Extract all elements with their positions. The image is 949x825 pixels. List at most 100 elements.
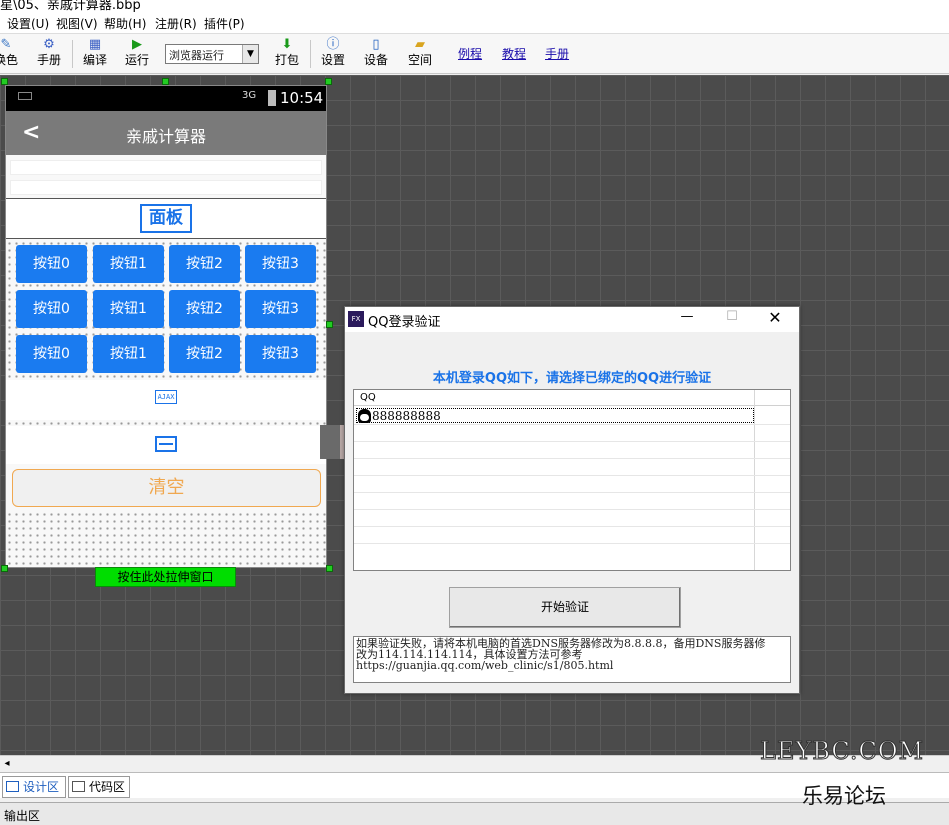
dialog-title: QQ登录验证 xyxy=(368,315,441,330)
row-divider xyxy=(354,492,790,493)
status-bar: 3G 10:54 xyxy=(6,86,326,111)
menu-help[interactable]: 帮助(H) xyxy=(104,15,146,32)
maximize-icon[interactable]: ☐ xyxy=(720,309,744,324)
examples-link[interactable]: 例程 xyxy=(458,45,482,62)
text-field-1[interactable] xyxy=(10,160,322,175)
column-header-qq[interactable]: QQ xyxy=(360,392,376,403)
output-label: 输出区 xyxy=(4,809,41,823)
button-3[interactable]: 按钮3 xyxy=(245,290,316,328)
manual-icon: ⚙ xyxy=(43,37,55,52)
info-icon: ⓘ xyxy=(326,37,340,52)
ajax-icon[interactable]: AJAX xyxy=(155,390,177,404)
space-button[interactable]: ▰ 空间 xyxy=(402,38,438,72)
button-0[interactable]: 按钮0 xyxy=(16,245,87,283)
window-title: 星\05、亲戚计算器.bbp xyxy=(0,0,141,12)
run-icon: ▶ xyxy=(132,37,142,52)
qq-login-dialog: FX QQ登录验证 — ☐ ✕ 本机登录QQ如下，请选择已绑定的QQ进行验证 Q… xyxy=(344,306,800,694)
button-1[interactable]: 按钮1 xyxy=(93,245,164,283)
close-icon[interactable]: ✕ xyxy=(763,308,787,327)
row-divider xyxy=(354,458,790,459)
button-0[interactable]: 按钮0 xyxy=(16,290,87,328)
row-divider xyxy=(354,441,790,442)
button-2[interactable]: 按钮2 xyxy=(169,335,240,373)
menu-register[interactable]: 注册(R) xyxy=(155,15,197,32)
watermark-domain: LEYBC.COM xyxy=(759,737,925,766)
resize-handle[interactable] xyxy=(1,78,8,85)
ajax-row: AJAX xyxy=(6,380,326,420)
app-bar: < 亲戚计算器 xyxy=(6,111,326,155)
menu-bar: 设置(U) 视图(V) 帮助(H) 注册(R) 插件(P) xyxy=(0,12,949,34)
package-icon: ⬇ xyxy=(281,37,293,52)
manual-link[interactable]: 手册 xyxy=(545,45,569,62)
resize-handle[interactable] xyxy=(325,78,332,85)
design-icon xyxy=(6,781,19,792)
qq-penguin-icon xyxy=(358,409,371,423)
watermark-name: 乐易论坛 xyxy=(802,784,886,808)
device-button[interactable]: ▯ 设备 xyxy=(358,38,394,72)
note-line: https://guanjia.qq.com/web_clinic/s1/805… xyxy=(356,659,614,672)
signal-icon: 3G xyxy=(242,90,257,101)
button-2[interactable]: 按钮2 xyxy=(169,245,240,283)
battery-icon xyxy=(268,90,276,106)
color-icon: ✎ xyxy=(0,37,12,52)
panel-row: 面板 xyxy=(6,198,326,239)
toolbar: ✎ 换色 ⚙ 手册 ▦ 编译 ▶ 运行 浏览器运行 ▼ ⬇ 打包 ⓘ 设置 ▯ … xyxy=(0,34,949,74)
device-icon: ▯ xyxy=(372,37,380,52)
run-mode-value: 浏览器运行 xyxy=(169,49,224,62)
package-button[interactable]: ⬇ 打包 xyxy=(269,38,305,72)
code-icon xyxy=(72,781,85,792)
run-mode-select[interactable]: 浏览器运行 ▼ xyxy=(165,44,259,64)
row-divider xyxy=(354,543,790,544)
menu-plugins[interactable]: 插件(P) xyxy=(204,15,245,32)
resize-handle[interactable] xyxy=(162,78,169,85)
toolbar-separator xyxy=(72,40,73,68)
row-divider xyxy=(354,424,790,425)
qq-account-list[interactable]: QQ 888888888 xyxy=(353,389,791,571)
clear-button[interactable]: 清空 xyxy=(12,469,321,507)
row-divider xyxy=(354,509,790,510)
button-3[interactable]: 按钮3 xyxy=(245,335,316,373)
status-time: 10:54 xyxy=(280,89,324,107)
resize-handle[interactable] xyxy=(326,321,333,328)
settings-button[interactable]: ⓘ 设置 xyxy=(315,38,351,72)
text-field-2[interactable] xyxy=(10,180,322,195)
resize-handle[interactable] xyxy=(1,565,8,572)
list-header: QQ xyxy=(354,390,790,406)
keyboard-icon xyxy=(18,92,32,100)
compile-button[interactable]: ▦ 编译 xyxy=(77,38,113,72)
list-row xyxy=(6,426,326,464)
chevron-down-icon[interactable]: ▼ xyxy=(242,45,258,63)
dialog-instruction: 本机登录QQ如下，请选择已绑定的QQ进行验证 xyxy=(432,371,712,386)
color-button[interactable]: ✎ 换色 xyxy=(0,38,24,72)
start-verify-button[interactable]: 开始验证 xyxy=(449,587,681,628)
phone-preview: 3G 10:54 < 亲戚计算器 面板 按钮0 按钮1 按钮2 按钮3 按钮0 … xyxy=(5,85,327,568)
button-2[interactable]: 按钮2 xyxy=(169,290,240,328)
dns-note[interactable]: 如果验证失败，请将本机电脑的首选DNS服务器修改为8.8.8.8，备用DNS服务… xyxy=(353,636,791,683)
qq-number[interactable]: 888888888 xyxy=(372,409,441,423)
tab-code[interactable]: 代码区 xyxy=(68,776,130,798)
row-divider xyxy=(354,475,790,476)
manual-button[interactable]: ⚙ 手册 xyxy=(31,38,67,72)
button-1[interactable]: 按钮1 xyxy=(93,335,164,373)
list-icon[interactable] xyxy=(155,436,177,452)
menu-view[interactable]: 视图(V) xyxy=(56,15,98,32)
run-button[interactable]: ▶ 运行 xyxy=(119,38,155,72)
menu-settings[interactable]: 设置(U) xyxy=(7,15,49,32)
tab-design[interactable]: 设计区 xyxy=(2,776,66,798)
minimize-icon[interactable]: — xyxy=(675,309,699,324)
app-logo-icon: FX xyxy=(348,311,364,327)
compile-icon: ▦ xyxy=(88,37,102,52)
window-title-bar: 星\05、亲戚计算器.bbp xyxy=(0,0,949,12)
dialog-title-bar: FX QQ登录验证 — ☐ ✕ xyxy=(345,307,799,332)
button-1[interactable]: 按钮1 xyxy=(93,290,164,328)
resize-handle[interactable] xyxy=(326,565,333,572)
panel-label[interactable]: 面板 xyxy=(140,204,192,233)
grid-area xyxy=(6,511,326,567)
button-3[interactable]: 按钮3 xyxy=(245,245,316,283)
tutorial-link[interactable]: 教程 xyxy=(502,45,526,62)
scroll-left-icon[interactable]: ◂ xyxy=(0,758,14,772)
app-title: 亲戚计算器 xyxy=(125,127,206,146)
row-divider xyxy=(354,526,790,527)
stretch-window-handle[interactable]: 按住此处拉伸窗口 xyxy=(95,567,236,587)
button-0[interactable]: 按钮0 xyxy=(16,335,87,373)
